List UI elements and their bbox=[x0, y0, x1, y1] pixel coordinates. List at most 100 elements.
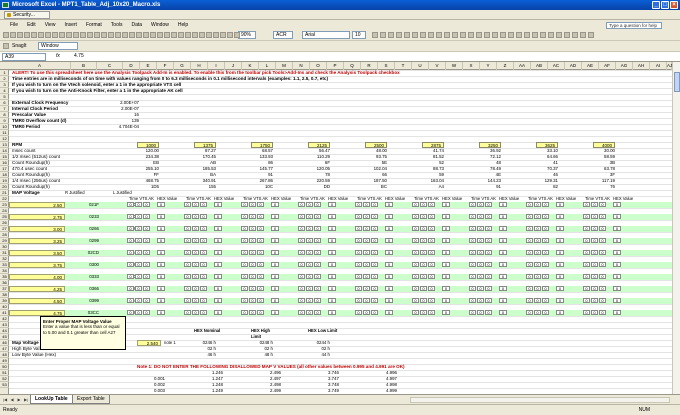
time-input-box[interactable]: 0 bbox=[412, 262, 419, 267]
time-input-box[interactable]: 0 bbox=[534, 298, 541, 303]
time-input-box[interactable]: 0 bbox=[412, 250, 419, 255]
time-input-box[interactable]: 0 bbox=[583, 262, 590, 267]
time-input-box[interactable]: 0 bbox=[135, 202, 142, 207]
vertical-scrollbar[interactable] bbox=[672, 62, 680, 394]
time-input-box[interactable]: 0 bbox=[200, 250, 207, 255]
map-voltage-cell[interactable]: 4.00 bbox=[9, 274, 65, 280]
time-input-box[interactable]: 0 bbox=[135, 238, 142, 243]
time-input-box[interactable]: 0 bbox=[241, 202, 248, 207]
toolbar-icon[interactable] bbox=[206, 32, 212, 38]
map-voltage-cell[interactable]: 2.75 bbox=[9, 214, 65, 220]
time-input-box[interactable]: 0 bbox=[298, 250, 305, 255]
time-input-box[interactable]: 0 bbox=[249, 238, 256, 243]
time-input-box[interactable]: 0 bbox=[599, 250, 606, 255]
time-input-box[interactable]: 0 bbox=[591, 250, 598, 255]
time-input-box[interactable]: 0 bbox=[542, 286, 549, 291]
time-input-box[interactable]: 0 bbox=[477, 286, 484, 291]
format-toolbar-icon[interactable] bbox=[516, 32, 522, 38]
time-input-box[interactable]: 0 bbox=[127, 298, 134, 303]
toolbar-icon[interactable] bbox=[234, 32, 240, 38]
time-input-box[interactable]: 0 bbox=[298, 274, 305, 279]
time-input-box[interactable]: 0 bbox=[200, 214, 207, 219]
time-input-box[interactable]: 0 bbox=[420, 238, 427, 243]
time-input-box[interactable]: 0 bbox=[355, 262, 362, 267]
time-input-box[interactable]: 0 bbox=[257, 286, 264, 291]
time-input-box[interactable]: 0 bbox=[526, 250, 533, 255]
time-input-box[interactable]: 0 bbox=[241, 310, 248, 315]
time-input-box[interactable]: 0 bbox=[241, 286, 248, 291]
time-input-box[interactable]: 0 bbox=[306, 250, 313, 255]
time-input-box[interactable]: 0 bbox=[355, 310, 362, 315]
time-input-box[interactable]: 0 bbox=[420, 262, 427, 267]
time-input-box[interactable]: 0 bbox=[599, 202, 606, 207]
time-input-box[interactable]: 0 bbox=[143, 250, 150, 255]
column-header-f[interactable]: F bbox=[157, 62, 174, 70]
time-input-box[interactable]: 0 bbox=[249, 298, 256, 303]
time-input-box[interactable]: 0 bbox=[526, 298, 533, 303]
column-header-d[interactable]: D bbox=[123, 62, 140, 70]
time-input-box[interactable]: 0 bbox=[314, 238, 321, 243]
time-input-box[interactable]: 0 bbox=[192, 238, 199, 243]
time-input-box[interactable]: 0 bbox=[542, 250, 549, 255]
time-input-box[interactable]: 0 bbox=[298, 298, 305, 303]
tab-export-table[interactable]: Export Table bbox=[72, 395, 110, 404]
time-input-box[interactable]: 0 bbox=[192, 310, 199, 315]
time-input-box[interactable]: 0 bbox=[355, 250, 362, 255]
time-input-box[interactable]: 0 bbox=[591, 226, 598, 231]
time-input-box[interactable]: 0 bbox=[241, 262, 248, 267]
format-toolbar-icon[interactable] bbox=[476, 32, 482, 38]
format-toolbar-icon[interactable] bbox=[436, 32, 442, 38]
time-input-box[interactable]: 0 bbox=[135, 226, 142, 231]
time-input-box[interactable]: 0 bbox=[371, 286, 378, 291]
time-input-box[interactable]: 0 bbox=[184, 298, 191, 303]
column-header-ai[interactable]: AI bbox=[650, 62, 667, 70]
time-input-box[interactable]: 0 bbox=[477, 238, 484, 243]
time-input-box[interactable]: 0 bbox=[583, 214, 590, 219]
time-input-box[interactable]: 0 bbox=[591, 310, 598, 315]
time-input-box[interactable]: 0 bbox=[542, 238, 549, 243]
time-input-box[interactable]: 0 bbox=[420, 274, 427, 279]
column-header-u[interactable]: U bbox=[412, 62, 429, 70]
time-input-box[interactable]: 0 bbox=[135, 262, 142, 267]
time-input-box[interactable]: 0 bbox=[534, 238, 541, 243]
column-header-l[interactable]: L bbox=[259, 62, 276, 70]
time-input-box[interactable]: 0 bbox=[192, 226, 199, 231]
toolbar-icon[interactable] bbox=[227, 32, 233, 38]
time-input-box[interactable]: 0 bbox=[428, 214, 435, 219]
column-header-ab[interactable]: AB bbox=[531, 62, 548, 70]
time-input-box[interactable]: 0 bbox=[298, 202, 305, 207]
time-input-box[interactable]: 0 bbox=[583, 202, 590, 207]
time-input-box[interactable]: 0 bbox=[371, 202, 378, 207]
menu-window[interactable]: Window bbox=[151, 22, 169, 28]
toolbar-icon[interactable] bbox=[10, 32, 16, 38]
time-input-box[interactable]: 0 bbox=[469, 226, 476, 231]
time-input-box[interactable]: 0 bbox=[200, 262, 207, 267]
time-input-box[interactable]: 0 bbox=[526, 226, 533, 231]
time-input-box[interactable]: 0 bbox=[257, 226, 264, 231]
time-input-box[interactable]: 0 bbox=[526, 274, 533, 279]
column-header-n[interactable]: N bbox=[293, 62, 310, 70]
time-input-box[interactable]: 0 bbox=[184, 250, 191, 255]
time-input-box[interactable]: 0 bbox=[192, 214, 199, 219]
time-input-box[interactable]: 0 bbox=[420, 286, 427, 291]
time-input-box[interactable]: 0 bbox=[591, 298, 598, 303]
time-input-box[interactable]: 0 bbox=[363, 262, 370, 267]
time-input-box[interactable]: 0 bbox=[184, 238, 191, 243]
menu-help[interactable]: Help bbox=[178, 22, 188, 28]
column-header-g[interactable]: G bbox=[174, 62, 191, 70]
time-input-box[interactable]: 0 bbox=[420, 214, 427, 219]
time-input-box[interactable]: 0 bbox=[591, 286, 598, 291]
time-input-box[interactable]: 0 bbox=[127, 214, 134, 219]
time-input-box[interactable]: 0 bbox=[412, 202, 419, 207]
map-voltage-cell[interactable]: 4.25 bbox=[9, 286, 65, 292]
time-input-box[interactable]: 0 bbox=[314, 262, 321, 267]
time-input-box[interactable]: 0 bbox=[127, 310, 134, 315]
format-toolbar-icon[interactable] bbox=[580, 32, 586, 38]
time-input-box[interactable]: 0 bbox=[526, 214, 533, 219]
time-input-box[interactable]: 0 bbox=[314, 286, 321, 291]
format-toolbar-icon[interactable] bbox=[420, 32, 426, 38]
format-toolbar-icon[interactable] bbox=[452, 32, 458, 38]
toolbar-icon[interactable] bbox=[73, 32, 79, 38]
time-input-box[interactable]: 0 bbox=[355, 214, 362, 219]
toolbar-icon[interactable] bbox=[143, 32, 149, 38]
